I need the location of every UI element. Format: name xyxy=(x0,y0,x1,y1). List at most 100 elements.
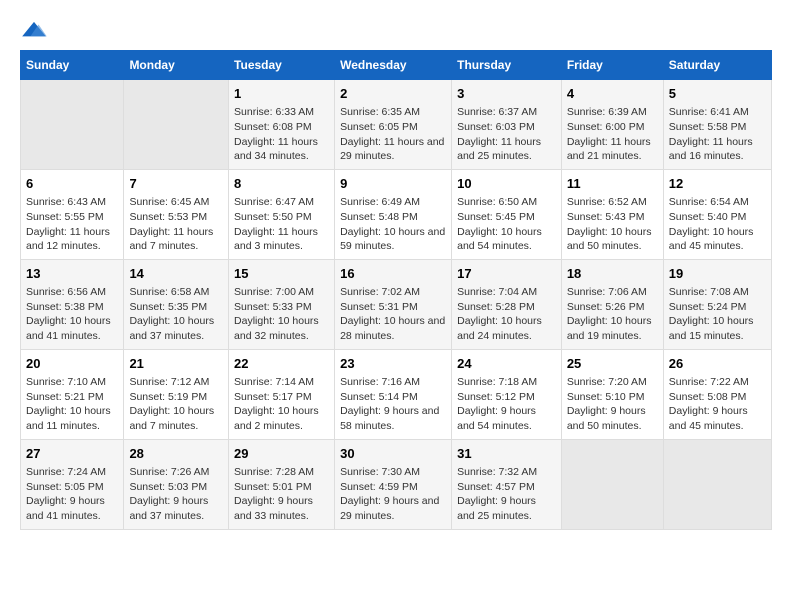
day-number: 13 xyxy=(26,265,118,283)
day-number: 25 xyxy=(567,355,658,373)
weekday-header-friday: Friday xyxy=(561,51,663,80)
day-info: Sunrise: 7:22 AMSunset: 5:08 PMDaylight:… xyxy=(669,375,766,434)
calendar-cell: 28 Sunrise: 7:26 AMSunset: 5:03 PMDayligh… xyxy=(124,439,229,529)
day-info: Sunrise: 7:18 AMSunset: 5:12 PMDaylight:… xyxy=(457,375,556,434)
day-number: 27 xyxy=(26,445,118,463)
day-number: 29 xyxy=(234,445,329,463)
day-info: Sunrise: 6:58 AMSunset: 5:35 PMDaylight:… xyxy=(129,285,223,344)
day-info: Sunrise: 7:06 AMSunset: 5:26 PMDaylight:… xyxy=(567,285,658,344)
day-info: Sunrise: 6:54 AMSunset: 5:40 PMDaylight:… xyxy=(669,195,766,254)
day-number: 3 xyxy=(457,85,556,103)
day-number: 26 xyxy=(669,355,766,373)
day-info: Sunrise: 6:39 AMSunset: 6:00 PMDaylight:… xyxy=(567,105,658,164)
day-number: 22 xyxy=(234,355,329,373)
calendar-cell: 27 Sunrise: 7:24 AMSunset: 5:05 PMDayligh… xyxy=(21,439,124,529)
calendar-cell: 11Sunrise: 6:52 AMSunset: 5:43 PMDayligh… xyxy=(561,169,663,259)
calendar-cell: 17 Sunrise: 7:04 AMSunset: 5:28 PMDayligh… xyxy=(452,259,562,349)
day-number: 19 xyxy=(669,265,766,283)
day-info: Sunrise: 7:14 AMSunset: 5:17 PMDaylight:… xyxy=(234,375,329,434)
day-info: Sunrise: 7:28 AMSunset: 5:01 PMDaylight:… xyxy=(234,465,329,524)
calendar-cell: 10 Sunrise: 6:50 AMSunset: 5:45 PMDayligh… xyxy=(452,169,562,259)
day-number: 12 xyxy=(669,175,766,193)
day-info: Sunrise: 6:56 AMSunset: 5:38 PMDaylight:… xyxy=(26,285,118,344)
calendar-cell: 20Sunrise: 7:10 AMSunset: 5:21 PMDayligh… xyxy=(21,349,124,439)
day-info: Sunrise: 7:30 AMSunset: 4:59 PMDaylight:… xyxy=(340,465,446,524)
day-info: Sunrise: 6:52 AMSunset: 5:43 PMDaylight:… xyxy=(567,195,658,254)
day-info: Sunrise: 7:12 AMSunset: 5:19 PMDaylight:… xyxy=(129,375,223,434)
day-info: Sunrise: 6:50 AMSunset: 5:45 PMDaylight:… xyxy=(457,195,556,254)
day-number: 20 xyxy=(26,355,118,373)
day-number: 14 xyxy=(129,265,223,283)
day-info: Sunrise: 7:04 AMSunset: 5:28 PMDaylight:… xyxy=(457,285,556,344)
day-info: Sunrise: 7:24 AMSunset: 5:05 PMDaylight:… xyxy=(26,465,118,524)
day-number: 31 xyxy=(457,445,556,463)
calendar-cell: 13 Sunrise: 6:56 AMSunset: 5:38 PMDayligh… xyxy=(21,259,124,349)
calendar-cell xyxy=(21,80,124,170)
weekday-header-row: SundayMondayTuesdayWednesdayThursdayFrid… xyxy=(21,51,772,80)
calendar-week-row: 13 Sunrise: 6:56 AMSunset: 5:38 PMDayligh… xyxy=(21,259,772,349)
day-info: Sunrise: 6:47 AMSunset: 5:50 PMDaylight:… xyxy=(234,195,329,254)
day-info: Sunrise: 7:26 AMSunset: 5:03 PMDaylight:… xyxy=(129,465,223,524)
calendar-cell: 5 Sunrise: 6:41 AMSunset: 5:58 PMDaylight… xyxy=(663,80,771,170)
day-number: 7 xyxy=(129,175,223,193)
day-info: Sunrise: 6:45 AMSunset: 5:53 PMDaylight:… xyxy=(129,195,223,254)
day-number: 2 xyxy=(340,85,446,103)
calendar-week-row: 20Sunrise: 7:10 AMSunset: 5:21 PMDayligh… xyxy=(21,349,772,439)
day-info: Sunrise: 7:02 AMSunset: 5:31 PMDaylight:… xyxy=(340,285,446,344)
day-number: 21 xyxy=(129,355,223,373)
calendar-cell: 31 Sunrise: 7:32 AMSunset: 4:57 PMDayligh… xyxy=(452,439,562,529)
calendar-week-row: 27 Sunrise: 7:24 AMSunset: 5:05 PMDayligh… xyxy=(21,439,772,529)
calendar-cell: 24 Sunrise: 7:18 AMSunset: 5:12 PMDayligh… xyxy=(452,349,562,439)
page-header xyxy=(20,20,772,40)
calendar-cell: 30 Sunrise: 7:30 AMSunset: 4:59 PMDayligh… xyxy=(335,439,452,529)
calendar-cell: 8Sunrise: 6:47 AMSunset: 5:50 PMDaylight… xyxy=(229,169,335,259)
calendar-cell: 3 Sunrise: 6:37 AMSunset: 6:03 PMDaylight… xyxy=(452,80,562,170)
day-number: 24 xyxy=(457,355,556,373)
calendar-cell: 18 Sunrise: 7:06 AMSunset: 5:26 PMDayligh… xyxy=(561,259,663,349)
calendar-cell xyxy=(124,80,229,170)
day-number: 1 xyxy=(234,85,329,103)
day-number: 5 xyxy=(669,85,766,103)
day-info: Sunrise: 6:33 AMSunset: 6:08 PMDaylight:… xyxy=(234,105,329,164)
calendar-cell: 12 Sunrise: 6:54 AMSunset: 5:40 PMDayligh… xyxy=(663,169,771,259)
weekday-header-saturday: Saturday xyxy=(663,51,771,80)
day-info: Sunrise: 6:37 AMSunset: 6:03 PMDaylight:… xyxy=(457,105,556,164)
day-info: Sunrise: 6:35 AMSunset: 6:05 PMDaylight:… xyxy=(340,105,446,164)
calendar-cell xyxy=(663,439,771,529)
day-info: Sunrise: 7:32 AMSunset: 4:57 PMDaylight:… xyxy=(457,465,556,524)
logo xyxy=(20,20,52,40)
calendar-cell: 4 Sunrise: 6:39 AMSunset: 6:00 PMDaylight… xyxy=(561,80,663,170)
day-info: Sunrise: 7:16 AMSunset: 5:14 PMDaylight:… xyxy=(340,375,446,434)
day-number: 18 xyxy=(567,265,658,283)
day-number: 4 xyxy=(567,85,658,103)
calendar-cell xyxy=(561,439,663,529)
day-number: 9 xyxy=(340,175,446,193)
weekday-header-sunday: Sunday xyxy=(21,51,124,80)
calendar-cell: 6Sunrise: 6:43 AMSunset: 5:55 PMDaylight… xyxy=(21,169,124,259)
calendar-cell: 15Sunrise: 7:00 AMSunset: 5:33 PMDayligh… xyxy=(229,259,335,349)
day-number: 30 xyxy=(340,445,446,463)
day-info: Sunrise: 6:49 AMSunset: 5:48 PMDaylight:… xyxy=(340,195,446,254)
calendar-cell: 9 Sunrise: 6:49 AMSunset: 5:48 PMDaylight… xyxy=(335,169,452,259)
day-number: 28 xyxy=(129,445,223,463)
calendar-cell: 16Sunrise: 7:02 AMSunset: 5:31 PMDayligh… xyxy=(335,259,452,349)
calendar-cell: 7 Sunrise: 6:45 AMSunset: 5:53 PMDaylight… xyxy=(124,169,229,259)
weekday-header-thursday: Thursday xyxy=(452,51,562,80)
calendar-cell: 26 Sunrise: 7:22 AMSunset: 5:08 PMDayligh… xyxy=(663,349,771,439)
calendar-week-row: 6Sunrise: 6:43 AMSunset: 5:55 PMDaylight… xyxy=(21,169,772,259)
calendar-cell: 22 Sunrise: 7:14 AMSunset: 5:17 PMDayligh… xyxy=(229,349,335,439)
day-number: 10 xyxy=(457,175,556,193)
day-info: Sunrise: 6:41 AMSunset: 5:58 PMDaylight:… xyxy=(669,105,766,164)
day-number: 17 xyxy=(457,265,556,283)
calendar-week-row: 1 Sunrise: 6:33 AMSunset: 6:08 PMDaylight… xyxy=(21,80,772,170)
calendar-cell: 19Sunrise: 7:08 AMSunset: 5:24 PMDayligh… xyxy=(663,259,771,349)
calendar-cell: 14 Sunrise: 6:58 AMSunset: 5:35 PMDayligh… xyxy=(124,259,229,349)
calendar-cell: 29 Sunrise: 7:28 AMSunset: 5:01 PMDayligh… xyxy=(229,439,335,529)
day-number: 6 xyxy=(26,175,118,193)
day-info: Sunrise: 7:20 AMSunset: 5:10 PMDaylight:… xyxy=(567,375,658,434)
calendar-cell: 25 Sunrise: 7:20 AMSunset: 5:10 PMDayligh… xyxy=(561,349,663,439)
calendar-cell: 1 Sunrise: 6:33 AMSunset: 6:08 PMDaylight… xyxy=(229,80,335,170)
logo-icon xyxy=(20,20,48,40)
day-info: Sunrise: 7:00 AMSunset: 5:33 PMDaylight:… xyxy=(234,285,329,344)
weekday-header-monday: Monday xyxy=(124,51,229,80)
